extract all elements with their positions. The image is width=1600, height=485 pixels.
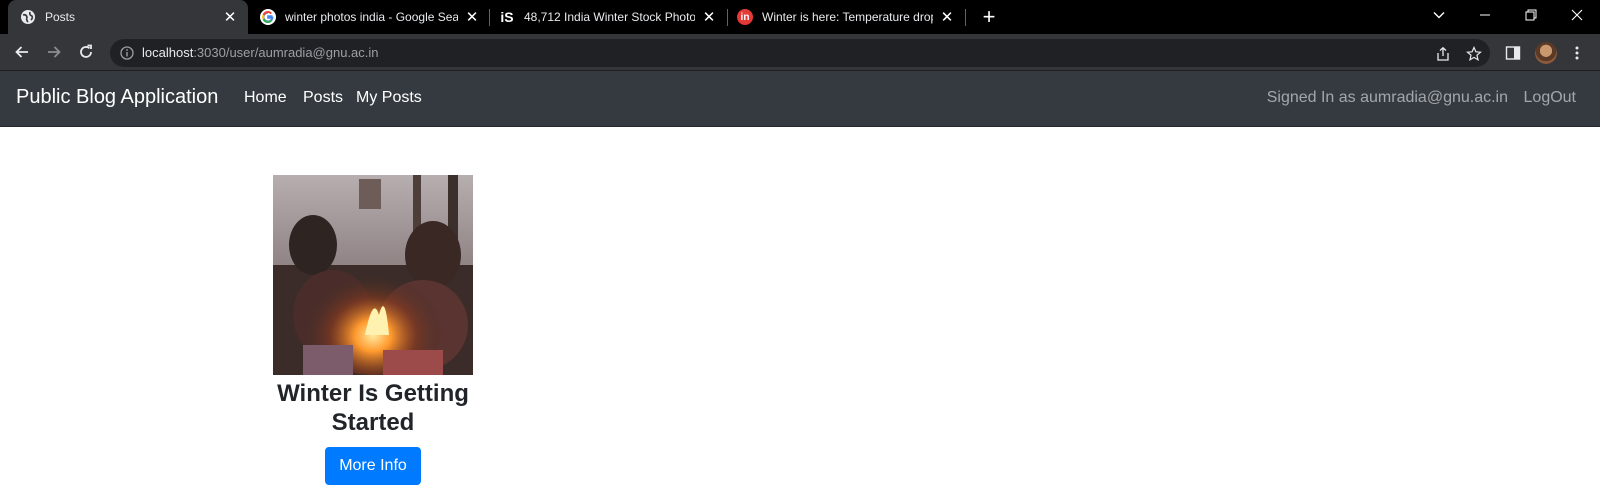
restore-button[interactable] xyxy=(1508,0,1554,30)
reload-button[interactable] xyxy=(72,38,100,66)
navbar-brand[interactable]: Public Blog Application xyxy=(16,86,218,109)
more-info-button[interactable]: More Info xyxy=(325,447,421,485)
side-panel-icon[interactable] xyxy=(1502,42,1524,64)
close-tab-icon[interactable]: ✕ xyxy=(701,9,717,26)
reload-icon xyxy=(80,44,92,58)
share-icon[interactable] xyxy=(1434,45,1452,63)
browser-tab-inshorts[interactable]: in Winter is here: Temperature drop ✕ xyxy=(731,0,963,34)
browser-tab-strip: Posts ✕ winter photos india - Google Sea… xyxy=(0,0,1600,34)
nav-link-home[interactable]: Home xyxy=(244,89,287,107)
inshorts-icon: in xyxy=(737,9,753,25)
restore-icon xyxy=(1525,9,1537,21)
minimize-icon xyxy=(1480,14,1490,16)
logout-link[interactable]: LogOut xyxy=(1524,89,1576,107)
new-tab-button[interactable]: + xyxy=(977,4,1001,29)
tab-separator xyxy=(489,9,490,26)
post-card: Winter Is Getting Started More Info xyxy=(273,175,473,485)
signed-in-text: Signed In as aumradia@gnu.ac.in xyxy=(1266,89,1508,106)
forward-button[interactable] xyxy=(40,38,68,66)
browser-toolbar: localhost:3030/user/aumradia@gnu.ac.in xyxy=(0,34,1600,71)
address-bar[interactable]: localhost:3030/user/aumradia@gnu.ac.in xyxy=(110,39,1490,67)
profile-avatar[interactable] xyxy=(1535,42,1557,64)
tab-title: winter photos india - Google Sea xyxy=(285,10,458,24)
minimize-button[interactable] xyxy=(1462,0,1508,30)
close-tab-icon[interactable]: ✕ xyxy=(464,9,480,26)
post-title: Winter Is Getting Started xyxy=(277,380,469,436)
chevron-down-icon xyxy=(1433,12,1445,19)
address-path: :3030/user/aumradia@gnu.ac.in xyxy=(193,45,379,60)
bookmark-star-icon[interactable] xyxy=(1465,45,1483,63)
back-button[interactable] xyxy=(8,38,36,66)
close-tab-icon[interactable]: ✕ xyxy=(939,9,955,26)
close-icon xyxy=(1571,9,1583,21)
post-image xyxy=(273,175,473,375)
tab-title: 48,712 India Winter Stock Photos xyxy=(524,10,695,24)
nav-link-posts[interactable]: Posts xyxy=(303,89,343,107)
kebab-menu-icon[interactable] xyxy=(1566,42,1588,64)
tab-separator xyxy=(965,9,966,26)
browser-tab-google[interactable]: winter photos india - Google Sea ✕ xyxy=(256,0,488,34)
tab-title: Winter is here: Temperature drop xyxy=(762,10,933,24)
browser-tab-istock[interactable]: iS 48,712 India Winter Stock Photos ✕ xyxy=(493,0,725,34)
istock-icon: iS xyxy=(500,9,514,25)
arrow-left-icon xyxy=(15,46,28,58)
close-window-button[interactable] xyxy=(1554,0,1600,30)
info-icon[interactable] xyxy=(119,45,135,61)
address-host: localhost xyxy=(142,45,194,60)
browser-tab-posts[interactable]: Posts ✕ xyxy=(8,0,248,34)
nav-link-my-posts[interactable]: My Posts xyxy=(356,89,422,107)
globe-icon xyxy=(20,9,36,25)
close-tab-icon[interactable]: ✕ xyxy=(222,9,238,26)
google-icon xyxy=(260,9,276,25)
tab-title: Posts xyxy=(45,10,76,24)
address-url[interactable]: localhost:3030/user/aumradia@gnu.ac.in xyxy=(142,45,379,60)
tab-separator xyxy=(727,9,728,26)
app-navbar: Public Blog Application Home Posts My Po… xyxy=(0,71,1600,127)
arrow-right-icon xyxy=(48,46,61,58)
tab-search-button[interactable] xyxy=(1416,0,1462,30)
